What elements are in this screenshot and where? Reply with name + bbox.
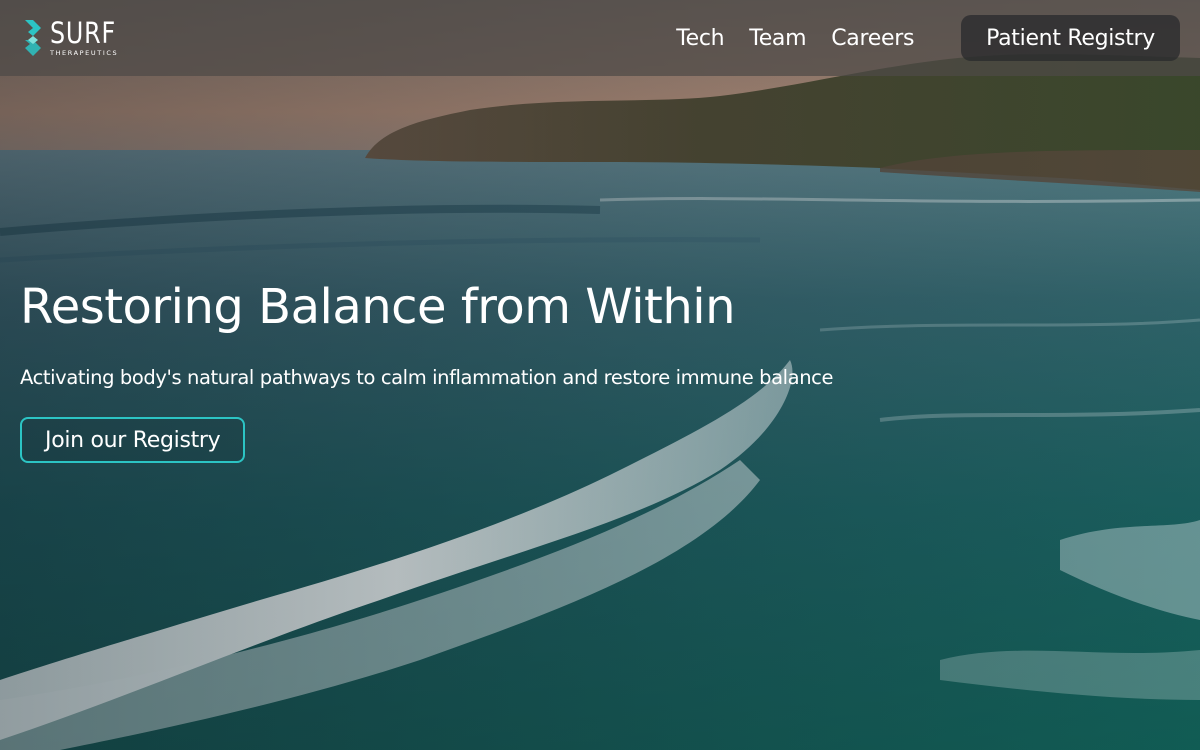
surf-logo-icon bbox=[25, 20, 41, 56]
hero-section: Restoring Balance from Within Activating… bbox=[20, 278, 833, 463]
nav-link-tech[interactable]: Tech bbox=[676, 26, 724, 51]
join-registry-button[interactable]: Join our Registry bbox=[20, 417, 246, 463]
nav-link-team[interactable]: Team bbox=[749, 26, 806, 51]
nav-link-careers[interactable]: Careers bbox=[831, 26, 914, 51]
patient-registry-button[interactable]: Patient Registry bbox=[961, 15, 1180, 61]
top-navbar: SURF THERAPEUTICS Tech Team Careers Pati… bbox=[0, 0, 1200, 76]
brand-name: SURF bbox=[50, 16, 116, 51]
hero-title: Restoring Balance from Within bbox=[20, 279, 736, 335]
brand-wordmark: SURF THERAPEUTICS bbox=[50, 19, 130, 57]
hero-subtitle: Activating body's natural pathways to ca… bbox=[20, 366, 834, 389]
nav-links: Tech Team Careers bbox=[676, 26, 914, 51]
brand-logo[interactable]: SURF THERAPEUTICS bbox=[22, 18, 130, 58]
brand-subtitle: THERAPEUTICS bbox=[50, 49, 119, 58]
